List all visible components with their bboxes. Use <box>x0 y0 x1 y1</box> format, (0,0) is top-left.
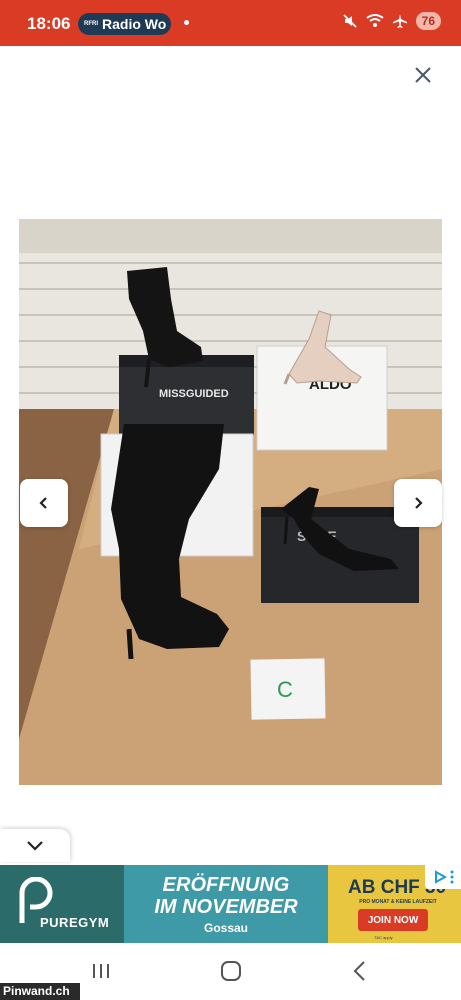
status-icons: 76 <box>342 12 441 30</box>
battery-level: 76 <box>415 12 441 30</box>
more-options-icon <box>450 870 453 884</box>
join-now-button[interactable]: JOIN NOW <box>358 909 428 931</box>
previous-image-button[interactable] <box>20 479 68 527</box>
radio-name: Radio Wo <box>102 16 167 32</box>
mute-icon <box>343 14 357 28</box>
wifi-icon <box>366 14 384 27</box>
ad-brand-panel: PUREGYM <box>0 865 124 943</box>
ad-choices-button[interactable] <box>425 865 461 889</box>
airplane-icon <box>392 14 407 28</box>
chevron-left-icon <box>39 497 47 509</box>
back-icon[interactable] <box>352 960 368 982</box>
listing-photo[interactable]: MISSGUIDED ALDO SHOE C <box>19 219 442 785</box>
photo-label-c: C <box>277 677 293 702</box>
box-label-missguided: MISSGUIDED <box>159 388 229 400</box>
notification-dot <box>184 20 189 25</box>
ad-fine-print: T&C apply <box>374 935 393 940</box>
ad-subline: PRO MONAT & KEINE LAUFZEIT <box>359 899 437 905</box>
ad-collapse-button[interactable] <box>0 829 70 862</box>
home-icon[interactable] <box>220 960 242 982</box>
radio-logo: RFRI <box>84 21 98 27</box>
ad-brand-name: PUREGYM <box>40 915 110 930</box>
ad-city: Gossau <box>203 921 248 935</box>
close-icon <box>415 67 431 83</box>
ad-choices-icon <box>434 870 447 884</box>
ad-headline-line1: ERÖFFNUNG <box>162 874 290 896</box>
status-bar: 18:06 RFRI Radio Wo 76 <box>0 0 461 46</box>
shoes-photo: MISSGUIDED ALDO SHOE C <box>19 219 442 785</box>
chevron-right-icon <box>415 497 423 509</box>
next-image-button[interactable] <box>394 479 442 527</box>
watermark: Pinwand.ch <box>0 983 80 1000</box>
recents-icon[interactable] <box>90 961 112 981</box>
ad-headline-panel: ERÖFFNUNG IM NOVEMBER Gossau <box>124 865 328 943</box>
ad-headline-line2: IM NOVEMBER <box>154 896 298 918</box>
ad-banner[interactable]: PUREGYM ERÖFFNUNG IM NOVEMBER Gossau AB … <box>0 865 461 943</box>
radio-notification-pill[interactable]: RFRI Radio Wo <box>78 13 171 35</box>
status-time: 18:06 <box>27 14 71 33</box>
chevron-down-icon <box>27 840 43 851</box>
close-button[interactable] <box>410 62 436 88</box>
